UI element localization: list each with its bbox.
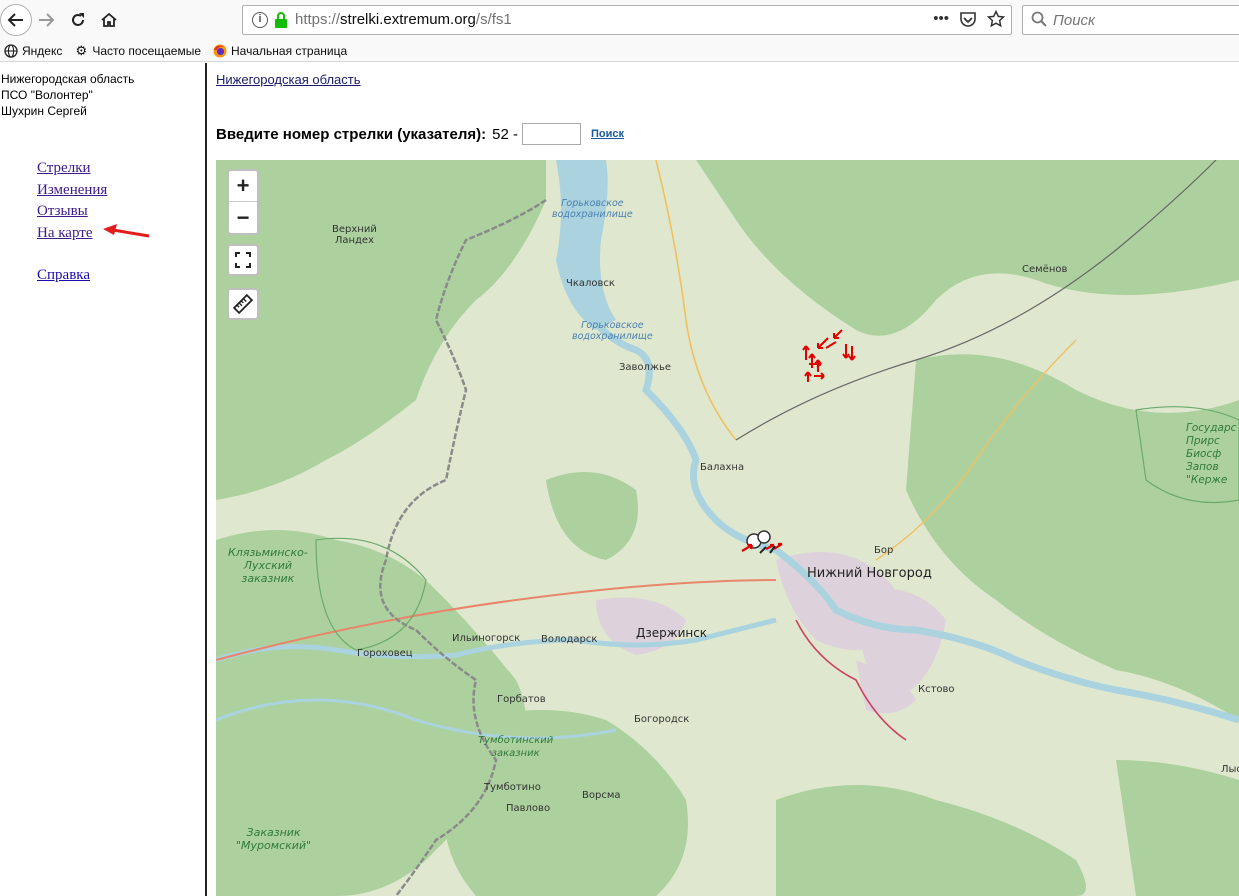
- map-label: Чкаловск: [566, 278, 615, 289]
- map-label: Горбатов: [497, 694, 546, 705]
- url-scheme: https://: [295, 11, 341, 28]
- globe-icon: [4, 43, 18, 58]
- region-link[interactable]: Нижегородская область: [216, 72, 361, 87]
- map-label: Заволжье: [619, 362, 671, 373]
- sidebar-region: Нижегородская область: [1, 72, 135, 86]
- map-label: Нижний Новгород: [807, 566, 932, 581]
- bookmark-yandex[interactable]: Яндекс: [4, 44, 62, 58]
- forward-button[interactable]: [32, 6, 60, 34]
- bookmark-most-visited[interactable]: ⚙ Часто посещаемые: [74, 42, 202, 58]
- map-label: Клязьминско- Лухский заказник: [228, 546, 308, 585]
- prompt-prefix: 52 -: [492, 125, 518, 143]
- back-button[interactable]: [0, 4, 32, 36]
- search-link[interactable]: Поиск: [591, 128, 624, 140]
- fullscreen-icon: [235, 252, 251, 268]
- menu-reviews-link[interactable]: Отзывы: [37, 201, 205, 223]
- arrow-right-icon: [39, 13, 55, 27]
- map-label: Володарск: [541, 634, 598, 645]
- search-bar[interactable]: [1022, 5, 1239, 35]
- arrow-markers[interactable]: [798, 326, 858, 386]
- map-label: Тумботинский заказник: [478, 735, 554, 759]
- page-actions-menu[interactable]: •••: [933, 10, 949, 28]
- measure-button[interactable]: [227, 288, 259, 320]
- map-view[interactable]: Верхний Ландех Горьковское водохранилище…: [216, 160, 1239, 896]
- home-icon: [101, 12, 117, 27]
- bookmarks-bar: Яндекс ⚙ Часто посещаемые Начальная стра…: [0, 40, 1239, 62]
- sidebar-org: ПСО "Волонтер": [1, 88, 93, 102]
- zoom-in-button[interactable]: +: [229, 171, 257, 202]
- menu-changes-link[interactable]: Изменения: [37, 180, 205, 202]
- map-label: Бор: [874, 545, 894, 556]
- bookmark-label: Начальная страница: [231, 43, 348, 58]
- zoom-control: + −: [227, 169, 259, 235]
- map-label: Государс Прирс Биосф Запов "Керже: [1186, 422, 1237, 486]
- main-content: Нижегородская область Введите номер стре…: [216, 63, 1239, 896]
- map-label: Кстово: [918, 684, 955, 695]
- url-actions: •••: [933, 10, 1005, 28]
- fullscreen-button[interactable]: [227, 244, 259, 276]
- url-bar[interactable]: i https://strelki.extremum.org/s/fs1 •••: [242, 5, 1012, 35]
- info-icon[interactable]: i: [252, 12, 268, 28]
- sidebar: Нижегородская область ПСО "Волонтер" Шух…: [0, 63, 207, 896]
- map-label: Верхний Ландех: [332, 224, 377, 246]
- map-tiles[interactable]: [216, 160, 1239, 896]
- sidebar-person: Шухрин Сергей: [1, 104, 87, 118]
- lock-icon: [275, 12, 287, 28]
- map-label: Тумботино: [484, 782, 541, 793]
- map-label: Ильиногорск: [452, 633, 521, 644]
- reload-icon: [72, 13, 84, 26]
- reload-button[interactable]: [64, 6, 92, 34]
- map-label: Павлово: [506, 803, 551, 814]
- arrow-search-form: Введите номер стрелки (указателя): 52 - …: [216, 123, 624, 145]
- map-label: Балахна: [700, 462, 745, 473]
- url-host: strelki.extremum.org: [340, 11, 476, 28]
- firefox-icon: [213, 44, 227, 58]
- bookmark-label: Яндекс: [22, 43, 63, 58]
- zoom-out-button[interactable]: −: [229, 202, 257, 233]
- search-input[interactable]: [1053, 12, 1233, 29]
- map-label: Семёнов: [1022, 264, 1068, 275]
- map-label: Горьковское водохранилище: [552, 198, 633, 220]
- url-text[interactable]: https://strelki.extremum.org/s/fs1: [295, 11, 512, 28]
- red-pointer-arrow-icon: [103, 224, 150, 238]
- arrow-markers[interactable]: [738, 527, 786, 557]
- map-label: Дзержинск: [636, 626, 708, 640]
- home-button[interactable]: [95, 6, 123, 34]
- url-path: /s/fs1: [475, 11, 512, 28]
- bookmark-start-page[interactable]: Начальная страница: [213, 44, 347, 58]
- gear-icon: ⚙: [75, 42, 88, 58]
- org-info: Нижегородская область ПСО "Волонтер" Шух…: [0, 71, 205, 119]
- map-label: Лыс: [1221, 764, 1239, 775]
- ruler-icon: [233, 294, 253, 314]
- star-icon[interactable]: [987, 10, 1005, 28]
- menu-help-link[interactable]: Справка: [37, 265, 205, 287]
- map-label: Заказник "Муромский": [236, 826, 312, 852]
- menu-arrows-link[interactable]: Стрелки: [37, 158, 205, 180]
- arrow-left-icon: [7, 13, 23, 27]
- map-label: Богородск: [634, 714, 690, 725]
- pocket-icon[interactable]: [959, 10, 977, 28]
- map-label: Горьковское водохранилище: [572, 320, 653, 342]
- search-icon: [1031, 11, 1047, 32]
- arrow-number-input[interactable]: [522, 123, 581, 145]
- bookmark-label: Часто посещаемые: [92, 43, 202, 58]
- prompt-label: Введите номер стрелки (указателя):: [216, 125, 487, 143]
- map-label: Ворсма: [582, 790, 621, 801]
- browser-toolbar: i https://strelki.extremum.org/s/fs1 •••: [0, 0, 1239, 40]
- map-label: Гороховец: [357, 648, 413, 659]
